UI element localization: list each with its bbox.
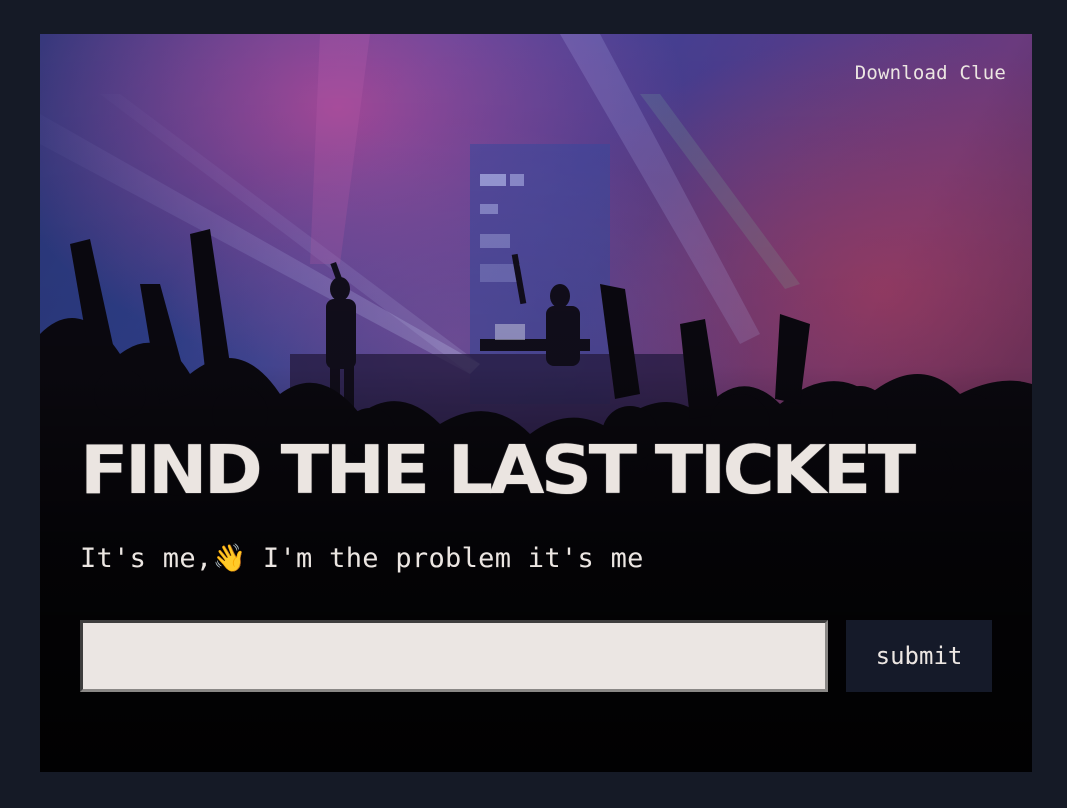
- hero-card: Download Clue FIND THE LAST TICKET It's …: [40, 34, 1032, 772]
- answer-input[interactable]: [80, 620, 828, 692]
- tagline-text: It's me,👋 I'm the problem it's me: [80, 543, 644, 574]
- answer-form: submit: [80, 620, 992, 692]
- download-clue-link[interactable]: Download Clue: [855, 62, 1006, 84]
- submit-button[interactable]: submit: [846, 620, 992, 692]
- page-title: FIND THE LAST TICKET: [80, 431, 916, 509]
